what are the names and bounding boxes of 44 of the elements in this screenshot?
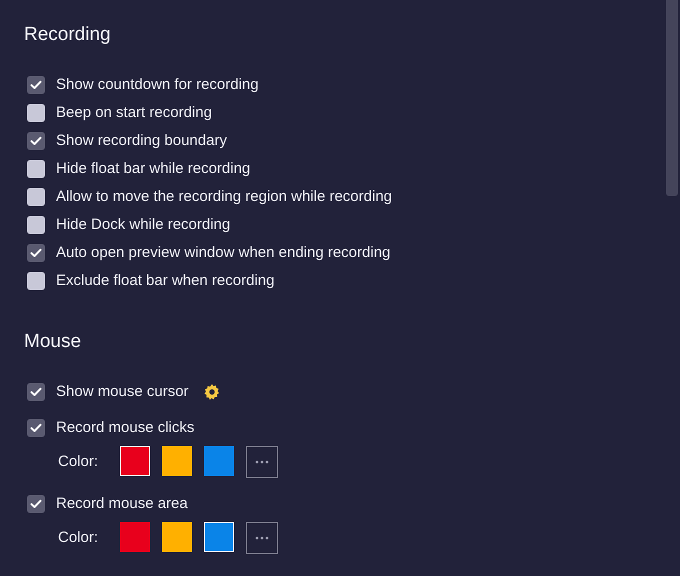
color-swatch[interactable]: [120, 446, 150, 476]
color-swatch[interactable]: [120, 522, 150, 552]
checkbox[interactable]: [27, 419, 45, 437]
more-icon: [255, 460, 269, 464]
option-label: Auto open preview window when ending recording: [56, 242, 390, 263]
checkbox[interactable]: [27, 76, 45, 94]
section-title: Mouse: [23, 330, 82, 354]
checkmark-icon: [30, 499, 42, 509]
more-colors-button[interactable]: [246, 522, 278, 554]
checkbox[interactable]: [27, 244, 45, 262]
checkmark-icon: [30, 387, 42, 397]
more-colors-button[interactable]: [246, 446, 278, 478]
section-title: Recording: [23, 23, 112, 47]
checkbox[interactable]: [27, 132, 45, 150]
color-swatch[interactable]: [162, 446, 192, 476]
option-label: Exclude float bar when recording: [56, 270, 274, 291]
color-swatch[interactable]: [204, 522, 234, 552]
option-label: Hide Dock while recording: [56, 214, 230, 235]
more-icon: [255, 536, 269, 540]
option-label: Show countdown for recording: [56, 74, 259, 95]
color-swatch[interactable]: [204, 446, 234, 476]
checkbox[interactable]: [27, 272, 45, 290]
checkmark-icon: [30, 423, 42, 433]
checkbox[interactable]: [27, 188, 45, 206]
option-label: Hide float bar while recording: [56, 158, 250, 179]
checkbox[interactable]: [27, 383, 45, 401]
checkbox[interactable]: [27, 160, 45, 178]
checkmark-icon: [30, 136, 42, 146]
option-label: Beep on start recording: [56, 102, 212, 123]
checkbox[interactable]: [27, 216, 45, 234]
checkmark-icon: [30, 80, 42, 90]
option-label: Record mouse clicks: [56, 418, 194, 438]
checkmark-icon: [30, 248, 42, 258]
color-label: Color:: [58, 452, 100, 472]
scrollbar[interactable]: [666, 0, 678, 196]
option-label: Show recording boundary: [56, 130, 227, 151]
option-label: Show mouse cursor: [56, 382, 189, 402]
option-label: Record mouse area: [56, 494, 188, 514]
checkbox[interactable]: [27, 495, 45, 513]
gear-icon[interactable]: [202, 383, 221, 401]
color-label: Color:: [58, 528, 100, 548]
option-label: Allow to move the recording region while recording: [56, 186, 392, 207]
checkbox[interactable]: [27, 104, 45, 122]
color-swatch[interactable]: [162, 522, 192, 552]
